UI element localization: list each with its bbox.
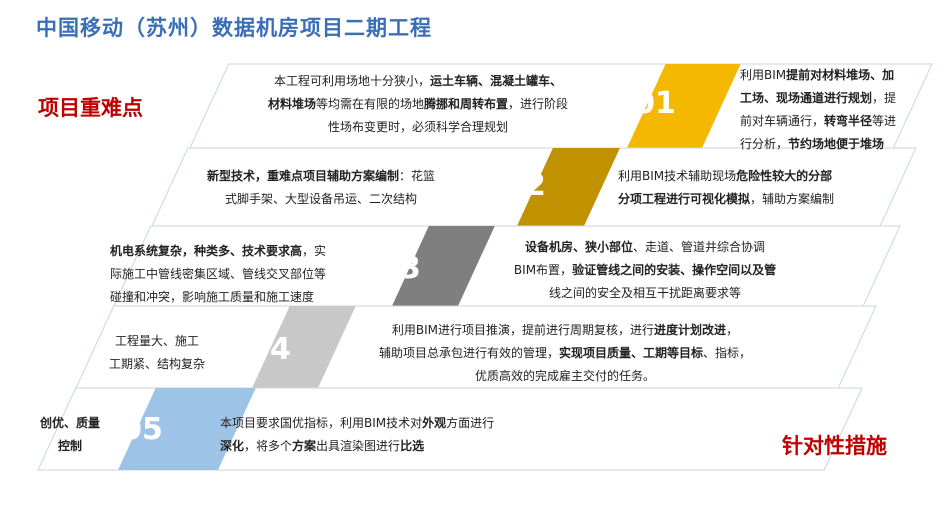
text-line: BIM布置，验证管线之间的安装、操作空间以及管	[513, 263, 777, 277]
text-line: 性场布变更时，必须科学合理规划	[327, 120, 508, 134]
row3-difficulty-text: 机电系统复杂，种类多、技术要求高，实 际施工中管线密集区域、管线交叉部位等 碰撞和冲…	[110, 240, 372, 309]
row5-measure-text: 本项目要求国优指标，利用BIM技术对外观方面进行 深化，将多个方案出具渲染图进行比…	[220, 412, 580, 458]
text-line: 机电系统复杂，种类多、技术要求高，实	[110, 244, 327, 258]
row1-measure-text: 利用BIM提前对材料堆场、加 工场、现场通道进行规划，提 前对车辆通行，转弯半径等进…	[740, 64, 928, 156]
row2-difficulty-text: 新型技术，重难点项目辅助方案编制：花篮 式脚手架、大型设备吊运、二次结构	[182, 165, 460, 211]
label-difficulties: 项目重难点	[38, 96, 143, 120]
row2-measure-text: 利用BIM技术辅助现场危险性较大的分部 分项工程进行可视化模拟，辅助方案编制	[618, 165, 908, 211]
row4-number: 04	[249, 332, 291, 367]
text-line: 本项目要求国优指标，利用BIM技术对外观方面进行	[220, 416, 495, 430]
text-line: 深化，将多个方案出具渲染图进行比选	[220, 439, 425, 453]
text-line: 利用BIM提前对材料堆场、加	[740, 68, 895, 82]
text-line: 际施工中管线密集区域、管线交叉部位等	[110, 267, 327, 281]
row3-number: 03	[379, 251, 421, 286]
row3-measure-text: 设备机房、狭小部位、走道、管道井综合协调 BIM布置，验证管线之间的安装、操作空间…	[480, 236, 810, 305]
text-line: 线之间的安全及相互干扰距离要求等	[548, 286, 741, 300]
row4-difficulty-text: 工程量大、施工 工期紧、结构复杂	[92, 330, 222, 376]
row5-number: 05	[121, 412, 163, 447]
text-line: 前对车辆通行，转弯半径等进	[740, 114, 897, 128]
row2-number: 02	[504, 168, 546, 203]
text-line: 利用BIM技术辅助现场危险性较大的分部	[618, 169, 833, 183]
row1-difficulty-text: 本工程可利用场地十分狭小，运土车辆、混凝土罐车、 材料堆场等均需在有限的场地腾挪和…	[228, 70, 608, 139]
label-measures: 针对性措施	[782, 434, 887, 458]
text-line: 碰撞和冲突，影响施工质量和施工速度	[110, 290, 315, 304]
text-line: 材料堆场等均需在有限的场地腾挪和周转布置，进行阶段	[267, 97, 569, 111]
text-line: 式脚手架、大型设备吊运、二次结构	[224, 192, 417, 206]
text-line: 分项工程进行可视化模拟，辅助方案编制	[618, 192, 835, 206]
text-line: 利用BIM进行项目推演，提前进行周期复核，进行进度计划改进，	[391, 323, 739, 337]
text-line: 工期紧、结构复杂	[108, 357, 205, 371]
text-line: 工场、现场通道进行规划，提	[740, 91, 897, 105]
text-line: 工程量大、施工	[114, 334, 199, 348]
text-line: 新型技术，重难点项目辅助方案编制：花篮	[206, 169, 436, 183]
text-line: 行分析，节约场地便于堆场	[740, 137, 885, 151]
text-line: 本工程可利用场地十分狭小，运土车辆、混凝土罐车、	[273, 74, 563, 88]
text-line: 优质高效的完成雇主交付的任务。	[474, 369, 655, 383]
row4-measure-text: 利用BIM进行项目推演，提前进行周期复核，进行进度计划改进， 辅助项目总承包进行有…	[350, 319, 780, 388]
row1-number: 01	[634, 86, 676, 121]
text-line: 设备机房、狭小部位、走道、管道井综合协调	[524, 240, 766, 254]
text-line: 辅助项目总承包进行有效的管理，实现项目质量、工期等目标、指标，	[378, 346, 752, 360]
